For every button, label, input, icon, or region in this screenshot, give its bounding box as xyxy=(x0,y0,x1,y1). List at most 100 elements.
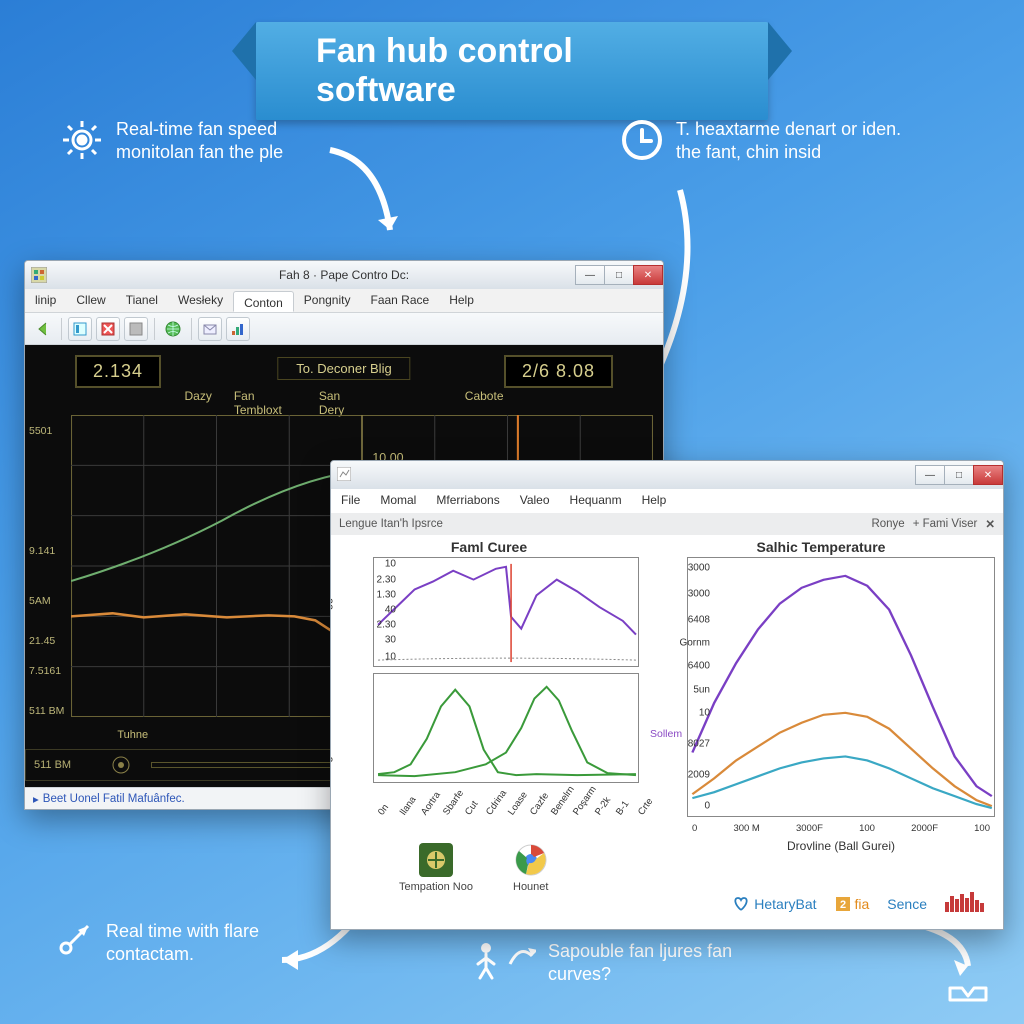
x-tick: 100 xyxy=(974,823,990,834)
menu-item[interactable]: Hequanm xyxy=(560,489,632,513)
y-tick: 5un xyxy=(693,684,710,695)
menu-item[interactable]: Faan Race xyxy=(360,289,439,312)
x-tick: Crte xyxy=(636,811,645,817)
back-window-menubar: linip Cllew Tianel Wesłeky Conton Pongni… xyxy=(25,289,663,313)
callout-bottom-mid: Sapouble fan ljures fan curves? xyxy=(470,940,778,985)
menu-item[interactable]: Pongnity xyxy=(294,289,361,312)
menu-item[interactable]: Momal xyxy=(370,489,426,513)
y-tick: 8027 xyxy=(688,738,710,749)
menu-item[interactable]: linip xyxy=(25,289,66,312)
menu-item[interactable]: Wesłeky xyxy=(168,289,233,312)
gear-icon xyxy=(60,118,104,162)
y-tick: 21.45 xyxy=(29,635,55,647)
svg-text:2: 2 xyxy=(839,899,845,911)
toolbar-globe-button[interactable] xyxy=(161,317,185,341)
series-label: San Dery xyxy=(319,389,363,417)
subheader-link[interactable]: Ronye xyxy=(871,518,904,530)
x-tick: 3000F xyxy=(796,823,823,834)
y-tick: 10 xyxy=(385,559,396,570)
close-button[interactable]: ✕ xyxy=(633,265,663,285)
footer-readout: 511 BM xyxy=(34,759,71,771)
subheader-link[interactable]: + Fami Viser xyxy=(913,518,978,530)
x-tick: Cut xyxy=(463,811,472,817)
maximize-button[interactable]: □ xyxy=(944,465,974,485)
menu-item[interactable]: File xyxy=(331,489,370,513)
chart-salhic-temperature[interactable]: 3000 3000 6408 Gornm 6400 5un 10 8027 20… xyxy=(687,557,995,817)
y-tick: 5AM xyxy=(29,595,51,607)
x-tick: 0n xyxy=(376,811,385,817)
app-icon xyxy=(31,267,47,283)
y-tick: 5501 xyxy=(29,425,52,437)
y-tick: 0 xyxy=(704,800,710,811)
minimize-button[interactable]: — xyxy=(915,465,945,485)
x-tick: 300 M xyxy=(733,823,759,834)
y-tick: 511 BM xyxy=(29,705,64,717)
toolbar-button[interactable] xyxy=(198,317,222,341)
subheader-text: Lengue Itan'h Ipsrce xyxy=(339,518,443,530)
front-window-subheader: Lengue Itan'h Ipsrce Ronye + Fami Viser … xyxy=(331,513,1003,535)
readout-left: 2.134 xyxy=(75,355,161,388)
series-labels: Dazy Fan Tembloxt San Dery Cabote xyxy=(185,389,504,417)
toolbar-chart-button[interactable] xyxy=(226,317,250,341)
app-shortcut[interactable]: Hounet xyxy=(513,843,548,893)
chart-title-right: Salhic Temperature xyxy=(647,539,995,555)
x-tick: Cazfe xyxy=(528,811,537,817)
menu-item[interactable]: Mferriabons xyxy=(426,489,509,513)
x-tick: Aortra xyxy=(419,811,428,817)
readout-right: 2/6 8.08 xyxy=(504,355,613,388)
back-window-title: Fah 8 · Pape Contro Dc: xyxy=(279,268,409,282)
y-tick: 10 xyxy=(385,652,396,663)
callout-text: Sapouble fan ljures fan curves? xyxy=(548,940,778,985)
brand-sence[interactable]: Sence xyxy=(887,896,927,912)
brand-fia[interactable]: 2fia xyxy=(835,896,870,912)
y-tick: 6408 xyxy=(688,614,710,625)
y-tick: 2009 xyxy=(688,769,710,780)
shortcut-label: Hounet xyxy=(513,881,548,893)
front-window-titlebar[interactable]: — □ ✕ xyxy=(331,461,1003,489)
back-button[interactable] xyxy=(31,317,55,341)
brand-row: HetaryBat 2fia Sence xyxy=(732,892,989,915)
back-window-toolbar xyxy=(25,313,663,345)
toolbar-button[interactable] xyxy=(68,317,92,341)
menu-item[interactable]: Help xyxy=(439,289,484,312)
chart-pamogle[interactable]: 0n llana Aortra Sbarfe Cut Cdrina Loase … xyxy=(373,673,639,783)
square-icon: 2 xyxy=(835,896,851,912)
x-tick: 2000F xyxy=(911,823,938,834)
hero-banner: Fan hub control software xyxy=(256,22,768,120)
menu-item-active[interactable]: Conton xyxy=(233,291,294,312)
back-window-titlebar[interactable]: Fah 8 · Pape Contro Dc: — □ ✕ xyxy=(25,261,663,289)
brand-hetarybat[interactable]: HetaryBat xyxy=(732,895,816,913)
y-axis-label: Pamogle N-tlisanter xyxy=(330,695,333,792)
minimize-button[interactable]: — xyxy=(575,265,605,285)
close-button[interactable]: ✕ xyxy=(973,465,1003,485)
brand-bars-icon[interactable] xyxy=(945,892,989,915)
app-shortcut[interactable]: Tempation Noo xyxy=(399,843,473,893)
menu-item[interactable]: Valeo xyxy=(510,489,560,513)
x-tick: llana xyxy=(398,811,407,817)
y-axis-label: Thamagge xyxy=(330,592,333,645)
scope-title: To. Deconer Blig xyxy=(277,357,410,380)
y-tick: 2.30 xyxy=(377,619,396,630)
y-tick: 2.30 xyxy=(377,574,396,585)
maximize-button[interactable]: □ xyxy=(604,265,634,285)
shortcut-label: Tempation Noo xyxy=(399,881,473,893)
series-label: Cabote xyxy=(465,389,504,417)
callout-text: T. heaxtarme denart or iden. the fant, c… xyxy=(676,118,906,163)
y-tick: 7.5161 xyxy=(29,665,61,677)
y-tick: Gornm xyxy=(679,638,710,649)
menu-item[interactable]: Cllew xyxy=(66,289,115,312)
y-tick: 6400 xyxy=(688,661,710,672)
x-tick: P-2k xyxy=(593,811,602,817)
toolbar-stop-button[interactable] xyxy=(96,317,120,341)
curve-arrow-icon xyxy=(506,940,536,970)
chart-faml-curee[interactable]: 10 2.30 1.30 40 2.30 30 10 xyxy=(373,557,639,667)
toolbar-button[interactable] xyxy=(124,317,148,341)
close-icon[interactable]: ✕ xyxy=(985,517,995,531)
dial-icon[interactable] xyxy=(111,755,131,775)
menu-item[interactable]: Tianel xyxy=(116,289,168,312)
clock-icon xyxy=(620,118,664,162)
y-tick: 10 xyxy=(699,707,710,718)
heart-icon xyxy=(732,895,750,913)
menu-item[interactable]: Help xyxy=(632,489,677,513)
chrome-icon xyxy=(514,843,548,877)
